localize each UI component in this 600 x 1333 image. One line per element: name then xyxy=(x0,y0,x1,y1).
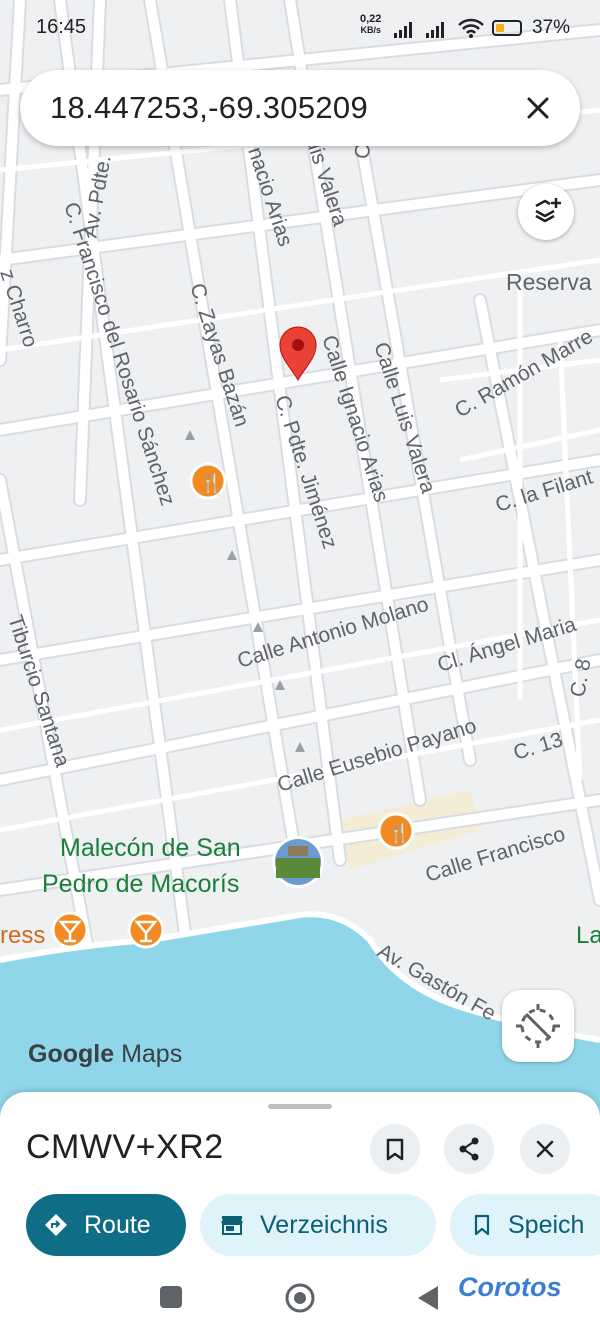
network-speed: 0,22 KB/s xyxy=(360,13,382,36)
close-icon[interactable] xyxy=(518,88,558,128)
map-canvas[interactable]: C. Francisco del Rosario Sánchez C. Zaya… xyxy=(0,0,600,1120)
wifi-icon xyxy=(458,18,484,38)
map-view[interactable]: C. Francisco del Rosario Sánchez C. Zaya… xyxy=(0,0,600,1120)
close-icon xyxy=(536,1140,554,1158)
place-title: CMWV+XR2 xyxy=(26,1128,224,1166)
restaurant-icon[interactable]: 🍴 xyxy=(377,812,415,850)
store-icon xyxy=(221,1216,243,1235)
save-label: Speich xyxy=(508,1211,585,1239)
watermark-logo: Corotos xyxy=(458,1272,562,1302)
home-button[interactable] xyxy=(284,1282,316,1314)
battery-percent: 37% xyxy=(532,17,571,38)
route-button[interactable]: Route xyxy=(26,1194,186,1256)
search-input[interactable]: 18.447253,-69.305209 xyxy=(50,90,368,126)
location-disabled-icon xyxy=(516,1004,560,1048)
share-button[interactable] xyxy=(444,1124,494,1174)
signal-icon xyxy=(426,22,444,38)
close-sheet-button[interactable] xyxy=(520,1124,570,1174)
save-button[interactable]: Speich xyxy=(450,1194,600,1256)
street-label: Reserva xyxy=(506,269,592,295)
battery-icon xyxy=(492,20,522,36)
route-label: Route xyxy=(84,1211,151,1239)
bookmark-button[interactable] xyxy=(370,1124,420,1174)
restaurant-icon[interactable]: 🍴 xyxy=(189,462,227,500)
svg-text:🍴: 🍴 xyxy=(200,472,222,494)
search-bar[interactable]: 18.447253,-69.305209 xyxy=(20,70,580,146)
poi-photo-marker[interactable] xyxy=(272,836,324,888)
clock: 16:45 xyxy=(36,16,87,38)
directory-button[interactable]: Verzeichnis xyxy=(200,1194,436,1256)
svg-text:🍴: 🍴 xyxy=(388,822,410,844)
bookmark-icon xyxy=(386,1138,404,1161)
directory-label: Verzeichnis xyxy=(260,1211,388,1239)
share-icon xyxy=(459,1137,479,1161)
street-label: La xyxy=(576,922,600,949)
drag-handle[interactable] xyxy=(268,1104,332,1109)
directions-icon xyxy=(45,1214,67,1236)
my-location-button[interactable] xyxy=(502,990,574,1062)
layers-icon xyxy=(535,198,561,223)
google-maps-logo: Google Maps xyxy=(28,1040,183,1068)
poi-label-malecon: Pedro de Macorís xyxy=(42,870,239,898)
system-nav-bar: Corotos xyxy=(0,1262,600,1333)
poi-label-malecon: Malecón de San xyxy=(60,834,241,862)
recent-apps-button[interactable] xyxy=(160,1286,182,1308)
bookmark-icon xyxy=(474,1214,490,1236)
bar-icon[interactable] xyxy=(127,911,165,949)
status-bar: 16:45 0,22 KB/s 37% xyxy=(0,0,600,60)
street-label: ress xyxy=(0,922,45,949)
signal-icon xyxy=(394,22,412,38)
layers-button[interactable] xyxy=(518,184,574,240)
back-button[interactable] xyxy=(416,1284,440,1312)
bar-icon[interactable] xyxy=(51,911,89,949)
